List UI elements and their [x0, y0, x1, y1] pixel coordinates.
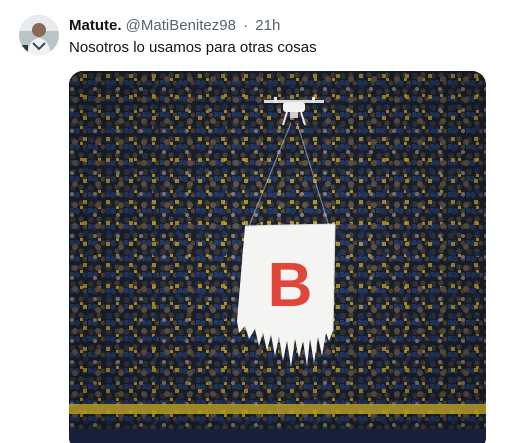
- tweet[interactable]: Matute. @MatiBenitez98 · 21h Nosotros lo…: [0, 0, 528, 443]
- tweet-media[interactable]: B: [69, 71, 486, 443]
- photo-icon: B: [69, 71, 486, 443]
- avatar[interactable]: [19, 15, 59, 55]
- user-handle[interactable]: @MatiBenitez98: [126, 17, 236, 34]
- tweet-header: Matute. @MatiBenitez98 · 21h: [69, 17, 280, 35]
- stadium-stand: [69, 429, 486, 443]
- avatar-icon: [19, 15, 59, 55]
- flag-letter: B: [268, 251, 313, 320]
- display-name[interactable]: Matute.: [69, 17, 122, 34]
- stadium-band: [69, 404, 486, 414]
- timestamp[interactable]: 21h: [255, 17, 280, 34]
- separator-dot: ·: [243, 17, 249, 34]
- tweet-text: Nosotros lo usamos para otras cosas: [69, 39, 317, 56]
